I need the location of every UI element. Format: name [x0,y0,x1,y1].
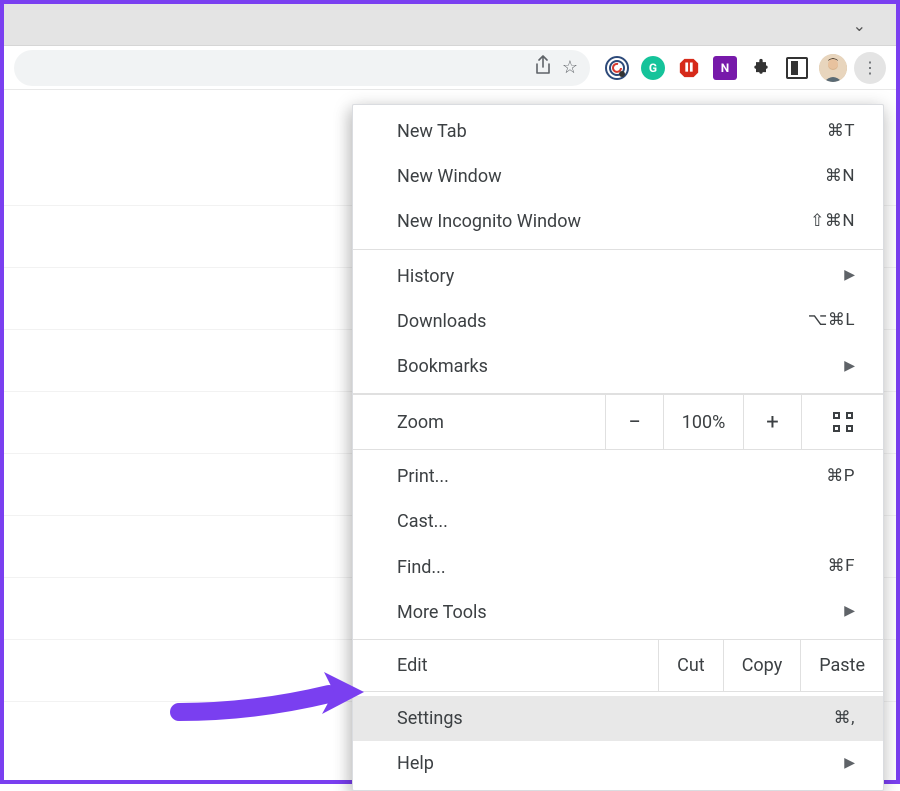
menu-label: More Tools [397,600,487,625]
adblock-extension-icon[interactable] [674,53,704,83]
omnibox[interactable]: ☆ [14,50,590,86]
menu-label: New Incognito Window [397,209,581,234]
menu-shortcut: ⌥⌘L [808,309,855,333]
menu-label: Bookmarks [397,354,488,379]
menu-zoom-row: Zoom − 100% + [353,394,883,450]
menu-label: New Tab [397,119,467,144]
menu-label: Cast... [397,509,448,534]
menu-item-help[interactable]: Help ▶ [353,741,883,786]
menu-item-history[interactable]: History ▶ [353,254,883,299]
profile-avatar[interactable] [818,53,848,83]
zoom-out-button[interactable]: − [605,395,663,449]
submenu-arrow-icon: ▶ [844,754,855,774]
edit-label: Edit [353,640,658,691]
menu-shortcut: ⌘N [825,165,855,189]
menu-label: Print... [397,464,449,489]
menu-item-new-window[interactable]: New Window ⌘N [353,154,883,199]
grammarly-extension-icon[interactable]: G [638,53,668,83]
menu-item-print[interactable]: Print... ⌘P [353,454,883,499]
menu-item-more-tools[interactable]: More Tools ▶ [353,590,883,635]
qi-extension-icon[interactable] [602,53,632,83]
tab-strip: ⌄ [4,4,896,46]
fullscreen-button[interactable] [801,395,883,449]
bookmark-star-icon[interactable]: ☆ [562,57,578,78]
menu-shortcut: ⌘T [827,120,855,144]
menu-label: History [397,264,454,289]
menu-item-downloads[interactable]: Downloads ⌥⌘L [353,299,883,344]
menu-shortcut: ⇧⌘N [810,210,855,234]
menu-label: New Window [397,164,502,189]
browser-toolbar: ☆ G N ⋮ [4,46,896,90]
fullscreen-icon [833,412,853,432]
menu-label: Help [397,751,434,776]
menu-label: Downloads [397,309,486,334]
chrome-menu-button[interactable]: ⋮ [854,52,886,84]
menu-item-cast[interactable]: Cast... [353,499,883,544]
zoom-in-button[interactable]: + [743,395,801,449]
share-icon[interactable] [534,55,552,80]
menu-item-settings[interactable]: Settings ⌘, [353,696,883,741]
copy-button[interactable]: Copy [723,640,801,691]
menu-shortcut: ⌘, [834,707,855,731]
onenote-extension-icon[interactable]: N [710,53,740,83]
menu-item-new-tab[interactable]: New Tab ⌘T [353,109,883,154]
extensions-puzzle-icon[interactable] [746,53,776,83]
zoom-label: Zoom [353,395,605,449]
menu-shortcut: ⌘F [828,555,855,579]
menu-label: Settings [397,706,463,731]
submenu-arrow-icon: ▶ [844,602,855,622]
zoom-percent: 100% [663,395,743,449]
menu-shortcut: ⌘P [826,465,855,489]
submenu-arrow-icon: ▶ [844,357,855,377]
menu-item-bookmarks[interactable]: Bookmarks ▶ [353,344,883,389]
tabs-dropdown-icon[interactable]: ⌄ [853,16,866,35]
menu-item-new-incognito[interactable]: New Incognito Window ⇧⌘N [353,199,883,244]
submenu-arrow-icon: ▶ [844,266,855,286]
paste-button[interactable]: Paste [800,640,883,691]
chrome-menu: New Tab ⌘T New Window ⌘N New Incognito W… [352,104,884,791]
cut-button[interactable]: Cut [658,640,723,691]
menu-edit-row: Edit Cut Copy Paste [353,640,883,692]
menu-label: Find... [397,555,446,580]
reader-mode-icon[interactable] [782,53,812,83]
menu-item-find[interactable]: Find... ⌘F [353,545,883,590]
